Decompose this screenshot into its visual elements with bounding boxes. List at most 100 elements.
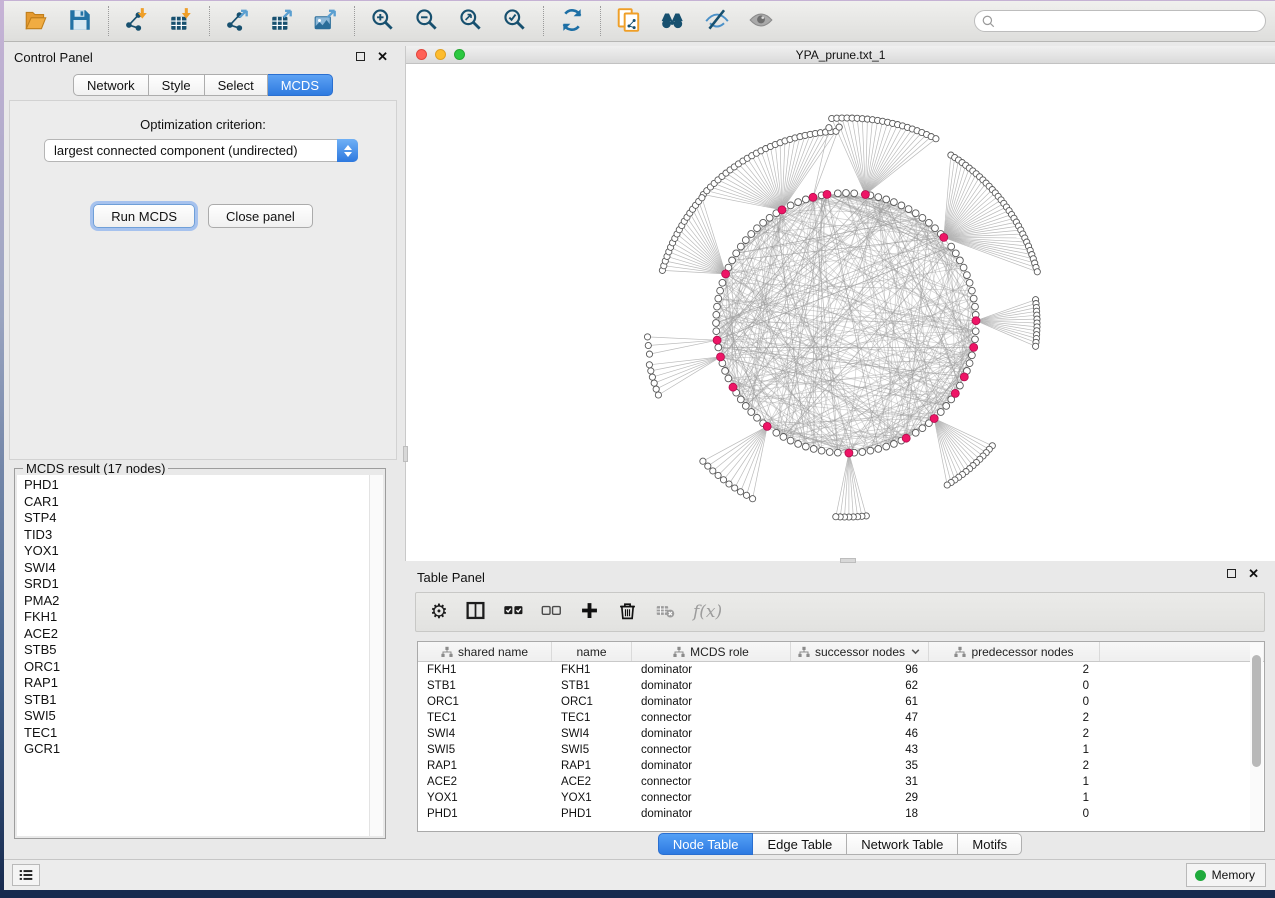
table-row[interactable]: PHD1PHD1dominator180 [418,806,1264,822]
run-mcds-button[interactable]: Run MCDS [93,204,195,228]
show-all-button[interactable] [747,7,775,35]
import-table-button[interactable] [167,7,195,35]
table-row[interactable]: ORC1ORC1dominator610 [418,694,1264,710]
network-view-titlebar: YPA_prune.txt_1 [406,46,1275,64]
tab-network[interactable]: Network [73,74,149,96]
open-session-icon [23,7,49,36]
result-node-item[interactable]: PHD1 [24,477,369,494]
cell-MCDS-role: dominator [632,680,791,692]
mcds-result-list[interactable]: PHD1CAR1STP4TID3YOX1SWI4SRD1PMA2FKH1ACE2… [17,475,369,836]
table-add-button[interactable] [579,599,600,625]
column-header-shared-name[interactable]: shared name [418,642,552,661]
result-node-item[interactable]: TID3 [24,527,369,544]
open-session-button[interactable] [22,7,50,35]
task-history-button[interactable] [12,864,40,886]
import-network-button[interactable] [123,7,151,35]
hierarchy-icon [441,646,453,658]
table-columns-button[interactable] [465,599,486,625]
duplicate-network-button[interactable] [615,7,643,35]
tab-mcds[interactable]: MCDS [268,74,333,96]
export-image-button[interactable] [312,7,340,35]
result-node-item[interactable]: RAP1 [24,675,369,692]
result-scrollbar[interactable] [369,475,383,836]
table-row[interactable]: ACE2ACE2connector311 [418,774,1264,790]
float-panel-icon[interactable] [356,52,365,61]
tab-motifs[interactable]: Motifs [958,833,1022,855]
table-deselect-all-button[interactable] [541,599,562,625]
table-row[interactable]: FKH1FKH1dominator962 [418,662,1264,678]
tab-network-table[interactable]: Network Table [847,833,958,855]
table-row[interactable]: SWI4SWI4dominator462 [418,726,1264,742]
criterion-value: largest connected component (undirected) [45,143,337,158]
result-node-item[interactable]: GCR1 [24,741,369,758]
tab-edge-table[interactable]: Edge Table [753,833,847,855]
tab-node-table[interactable]: Node Table [658,833,754,855]
zoom-fit-button[interactable] [457,7,485,35]
result-node-item[interactable]: ACE2 [24,626,369,643]
table-row[interactable]: YOX1YOX1connector291 [418,790,1264,806]
first-neighbors-button[interactable] [659,7,687,35]
columns-icon [465,600,486,624]
column-header-successor-nodes[interactable]: successor nodes [791,642,929,661]
column-header-predecessor-nodes[interactable]: predecessor nodes [929,642,1100,661]
result-node-item[interactable]: SWI4 [24,560,369,577]
table-gear-button[interactable]: ⚙ [430,599,448,625]
result-node-item[interactable]: YOX1 [24,543,369,560]
zoom-fit-icon [458,7,484,36]
result-node-item[interactable]: PMA2 [24,593,369,610]
result-node-item[interactable]: STB1 [24,692,369,709]
node-table: shared namenameMCDS rolesuccessor nodesp… [417,641,1265,832]
save-session-button[interactable] [66,7,94,35]
memory-button[interactable]: Memory [1186,863,1266,887]
memory-label: Memory [1212,868,1255,882]
control-panel-title: Control Panel [14,50,93,65]
table-row[interactable]: RAP1RAP1dominator352 [418,758,1264,774]
export-network-button[interactable] [224,7,252,35]
hierarchy-icon [954,646,966,658]
float-panel-icon[interactable] [1227,569,1236,578]
vertical-splitter-grip[interactable] [403,446,408,462]
cell-MCDS-role: dominator [632,760,791,772]
result-node-item[interactable]: FKH1 [24,609,369,626]
hide-selected-button[interactable] [703,7,731,35]
result-node-item[interactable]: STP4 [24,510,369,527]
close-panel-button[interactable]: Close panel [208,204,313,228]
graph-nodes[interactable] [644,115,1040,520]
cell-successor-nodes: 47 [791,712,929,724]
scrollbar-thumb[interactable] [1252,655,1261,767]
network-canvas[interactable] [406,64,1275,561]
result-node-item[interactable]: TEC1 [24,725,369,742]
status-bar: Memory [4,859,1275,890]
first-neighbors-icon [660,7,686,36]
table-row[interactable]: STB1STB1dominator620 [418,678,1264,694]
result-node-item[interactable]: ORC1 [24,659,369,676]
search-input[interactable] [996,14,1265,28]
search-box[interactable] [974,10,1266,32]
refresh-button[interactable] [558,7,586,35]
tab-style[interactable]: Style [149,74,205,96]
column-header-name[interactable]: name [552,642,632,661]
column-header-MCDS-role[interactable]: MCDS role [632,642,791,661]
result-node-item[interactable]: STB5 [24,642,369,659]
zoom-out-button[interactable] [413,7,441,35]
cell-successor-nodes: 29 [791,792,929,804]
table-row[interactable]: TEC1TEC1connector472 [418,710,1264,726]
table-select-all-button[interactable] [503,599,524,625]
table-row[interactable]: SWI5SWI5connector431 [418,742,1264,758]
trash-icon [617,600,638,624]
save-session-icon [67,7,93,36]
close-panel-icon[interactable]: ✕ [1248,569,1259,578]
zoom-selected-icon [502,7,528,36]
result-node-item[interactable]: SWI5 [24,708,369,725]
result-node-item[interactable]: CAR1 [24,494,369,511]
zoom-selected-button[interactable] [501,7,529,35]
duplicate-network-icon [616,7,642,36]
zoom-in-button[interactable] [369,7,397,35]
tab-select[interactable]: Select [205,74,268,96]
table-trash-button[interactable] [617,599,638,625]
result-node-item[interactable]: SRD1 [24,576,369,593]
close-panel-icon[interactable]: ✕ [377,52,388,61]
criterion-dropdown[interactable]: largest connected component (undirected) [44,139,358,162]
table-scrollbar[interactable] [1250,643,1263,831]
export-table-button[interactable] [268,7,296,35]
